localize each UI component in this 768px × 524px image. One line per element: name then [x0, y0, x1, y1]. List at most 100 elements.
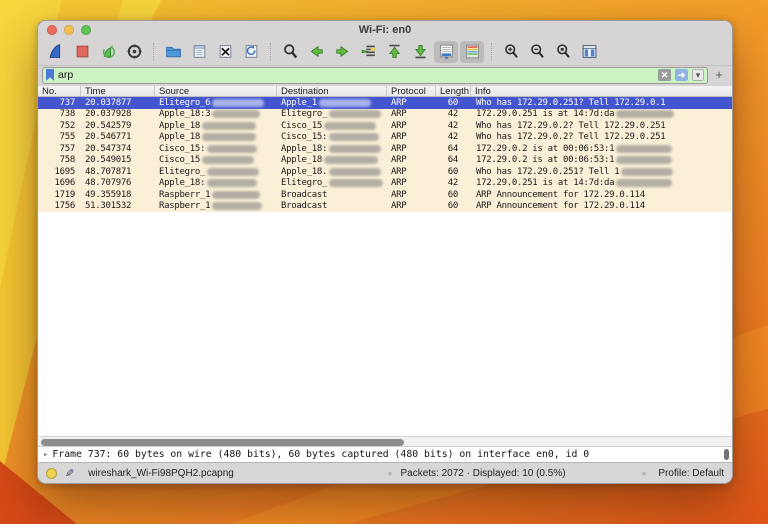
cell-length: 64: [447, 155, 459, 166]
cell-protocol: ARP: [391, 155, 407, 166]
packet-detail-line[interactable]: ▸ Frame 737: 60 bytes on wire (480 bits)…: [38, 447, 732, 462]
cell-no: 1719: [54, 189, 76, 200]
packet-row[interactable]: 738 20.037928 Apple_18:3 Elitegro_ ARP 42 172.…: [38, 108, 732, 121]
resize-columns-icon[interactable]: [577, 41, 601, 63]
open-file-icon[interactable]: [161, 41, 185, 63]
cell-time: 20.542579: [85, 120, 132, 131]
cell-source: Apple_18:: [155, 178, 277, 190]
column-header-protocol[interactable]: Protocol: [387, 86, 436, 96]
cell-destination: Apple_18: [277, 155, 387, 167]
autoscroll-icon[interactable]: [434, 40, 458, 63]
capture-options-icon[interactable]: [122, 41, 146, 63]
horizontal-scrollbar[interactable]: [38, 436, 732, 447]
cell-protocol: ARP: [391, 178, 407, 189]
filter-clear-icon[interactable]: ✕: [658, 69, 671, 81]
cell-destination: Broadcast: [281, 201, 328, 212]
cell-no: 738: [59, 109, 76, 120]
wireshark-start-capture-icon[interactable]: [44, 41, 68, 63]
column-header-time[interactable]: Time: [81, 86, 155, 96]
packets-summary: Packets: 2072 · Displayed: 10 (0.5%): [400, 467, 566, 479]
add-filter-button[interactable]: +: [712, 68, 726, 82]
filter-apply-icon[interactable]: ➜: [675, 69, 688, 81]
column-header-length[interactable]: Length: [436, 86, 471, 96]
packet-row[interactable]: 758 20.549015 Cisco_15 Apple_18 ARP 64 172.29.…: [38, 154, 732, 167]
cell-info: Who has 172.29.0.251? Tell 1: [471, 166, 732, 178]
cell-length: 42: [447, 120, 459, 131]
redacted-text: [329, 167, 382, 176]
cell-info: Who has 172.29.0.2? Tell 172.29.0.251: [476, 132, 666, 143]
redacted-text: [329, 144, 382, 153]
redacted-text: [201, 121, 256, 130]
cell-no: 755: [59, 132, 76, 143]
cell-destination: Broadcast: [281, 189, 328, 200]
profile-label[interactable]: Profile: Default: [658, 468, 724, 479]
toolbar-separator: [153, 42, 154, 61]
cell-info: Who has 172.29.0.251? Tell 172.29.0.1: [476, 97, 666, 108]
cell-destination: Apple_18:: [277, 143, 387, 155]
packet-row[interactable]: 1696 48.707976 Apple_18: Elitegro_ ARP 42 172.…: [38, 177, 732, 190]
filter-bookmark-icon[interactable]: [46, 69, 54, 81]
cell-length: 60: [447, 166, 459, 177]
goto-packet-icon[interactable]: [356, 41, 380, 63]
redacted-text: [616, 144, 673, 153]
colorize-icon[interactable]: [460, 40, 484, 63]
cell-no: 757: [59, 143, 76, 154]
cell-length: 42: [447, 132, 459, 143]
packet-row[interactable]: 757 20.547374 Cisco_15: Apple_18: ARP 64 172.2…: [38, 143, 732, 155]
capture-filename: wireshark_Wi-Fi98PQH2.pcapng: [88, 467, 234, 479]
packet-row[interactable]: 737 20.037877 Elitegro_6 Apple_1 ARP 60 Who ha…: [38, 97, 732, 109]
cell-info: 172.29.0.2 is at 00:06:53:1: [471, 155, 732, 167]
redacted-text: [212, 190, 261, 199]
expert-info-icon[interactable]: [46, 467, 57, 479]
packet-row[interactable]: 1695 48.707871 Elitegro_ Apple_18. ARP 60 Who …: [38, 166, 732, 178]
column-header-info[interactable]: Info: [471, 86, 732, 96]
zoom-reset-icon[interactable]: [551, 41, 575, 63]
cell-time: 49.355918: [85, 189, 132, 200]
filter-value[interactable]: arp: [58, 69, 654, 81]
previous-packet-icon[interactable]: [304, 41, 328, 63]
packet-list-header: No. Time Source Destination Protocol Len…: [38, 86, 732, 97]
redacted-text: [212, 110, 261, 119]
disclosure-triangle-icon[interactable]: ▸: [43, 450, 48, 460]
redacted-text: [329, 110, 382, 119]
reload-file-icon[interactable]: [239, 41, 263, 63]
zoom-out-icon[interactable]: [525, 41, 549, 63]
cell-time: 20.547374: [85, 143, 132, 154]
cell-source: Elitegro_: [155, 166, 277, 178]
cell-source: Cisco_15: [155, 155, 277, 167]
cell-no: 758: [59, 155, 76, 166]
first-packet-icon[interactable]: [382, 41, 406, 63]
column-header-no[interactable]: No.: [38, 86, 81, 96]
restart-capture-icon[interactable]: [96, 41, 120, 63]
packet-row[interactable]: 752 20.542579 Apple_18 Cisco_15 ARP 42 Who has…: [38, 120, 732, 132]
cell-no: 1696: [54, 178, 76, 189]
cell-protocol: ARP: [391, 120, 407, 131]
capture-comment-icon[interactable]: ✎: [65, 467, 74, 480]
filter-dropdown-icon[interactable]: ▾: [692, 69, 704, 81]
find-packet-icon[interactable]: [278, 41, 302, 63]
packet-row[interactable]: 755 20.546771 Apple_18 Cisco_15: ARP 42 Who ha…: [38, 131, 732, 143]
column-header-source[interactable]: Source: [155, 86, 277, 96]
cell-protocol: ARP: [391, 166, 407, 177]
cell-source: Apple_18:3: [155, 109, 277, 121]
filter-bar: arp ✕ ➜ ▾ +: [38, 65, 732, 86]
save-file-icon[interactable]: [187, 41, 211, 63]
detail-scrollbar-thumb[interactable]: [724, 449, 729, 460]
cell-source: Raspberr_1: [155, 201, 277, 213]
horizontal-scrollbar-thumb[interactable]: [41, 439, 404, 446]
stop-capture-icon[interactable]: [70, 41, 94, 63]
close-file-icon[interactable]: [213, 41, 237, 63]
zoom-in-icon[interactable]: [499, 41, 523, 63]
last-packet-icon[interactable]: [408, 41, 432, 63]
cell-destination: Cisco_15: [277, 120, 387, 132]
packet-row[interactable]: 1719 49.355918 Raspberr_1 Broadcast ARP 60 ARP…: [38, 189, 732, 201]
display-filter-input[interactable]: arp ✕ ➜ ▾: [42, 66, 708, 84]
packet-row[interactable]: 1756 51.301532 Raspberr_1 Broadcast ARP 60 ARP…: [38, 200, 732, 213]
cell-length: 42: [447, 109, 459, 120]
next-packet-icon[interactable]: [330, 41, 354, 63]
column-header-destination[interactable]: Destination: [277, 86, 387, 96]
cell-protocol: ARP: [391, 201, 407, 212]
cell-no: 1695: [54, 166, 76, 177]
main-toolbar: [38, 38, 732, 65]
redacted-text: [212, 98, 265, 107]
